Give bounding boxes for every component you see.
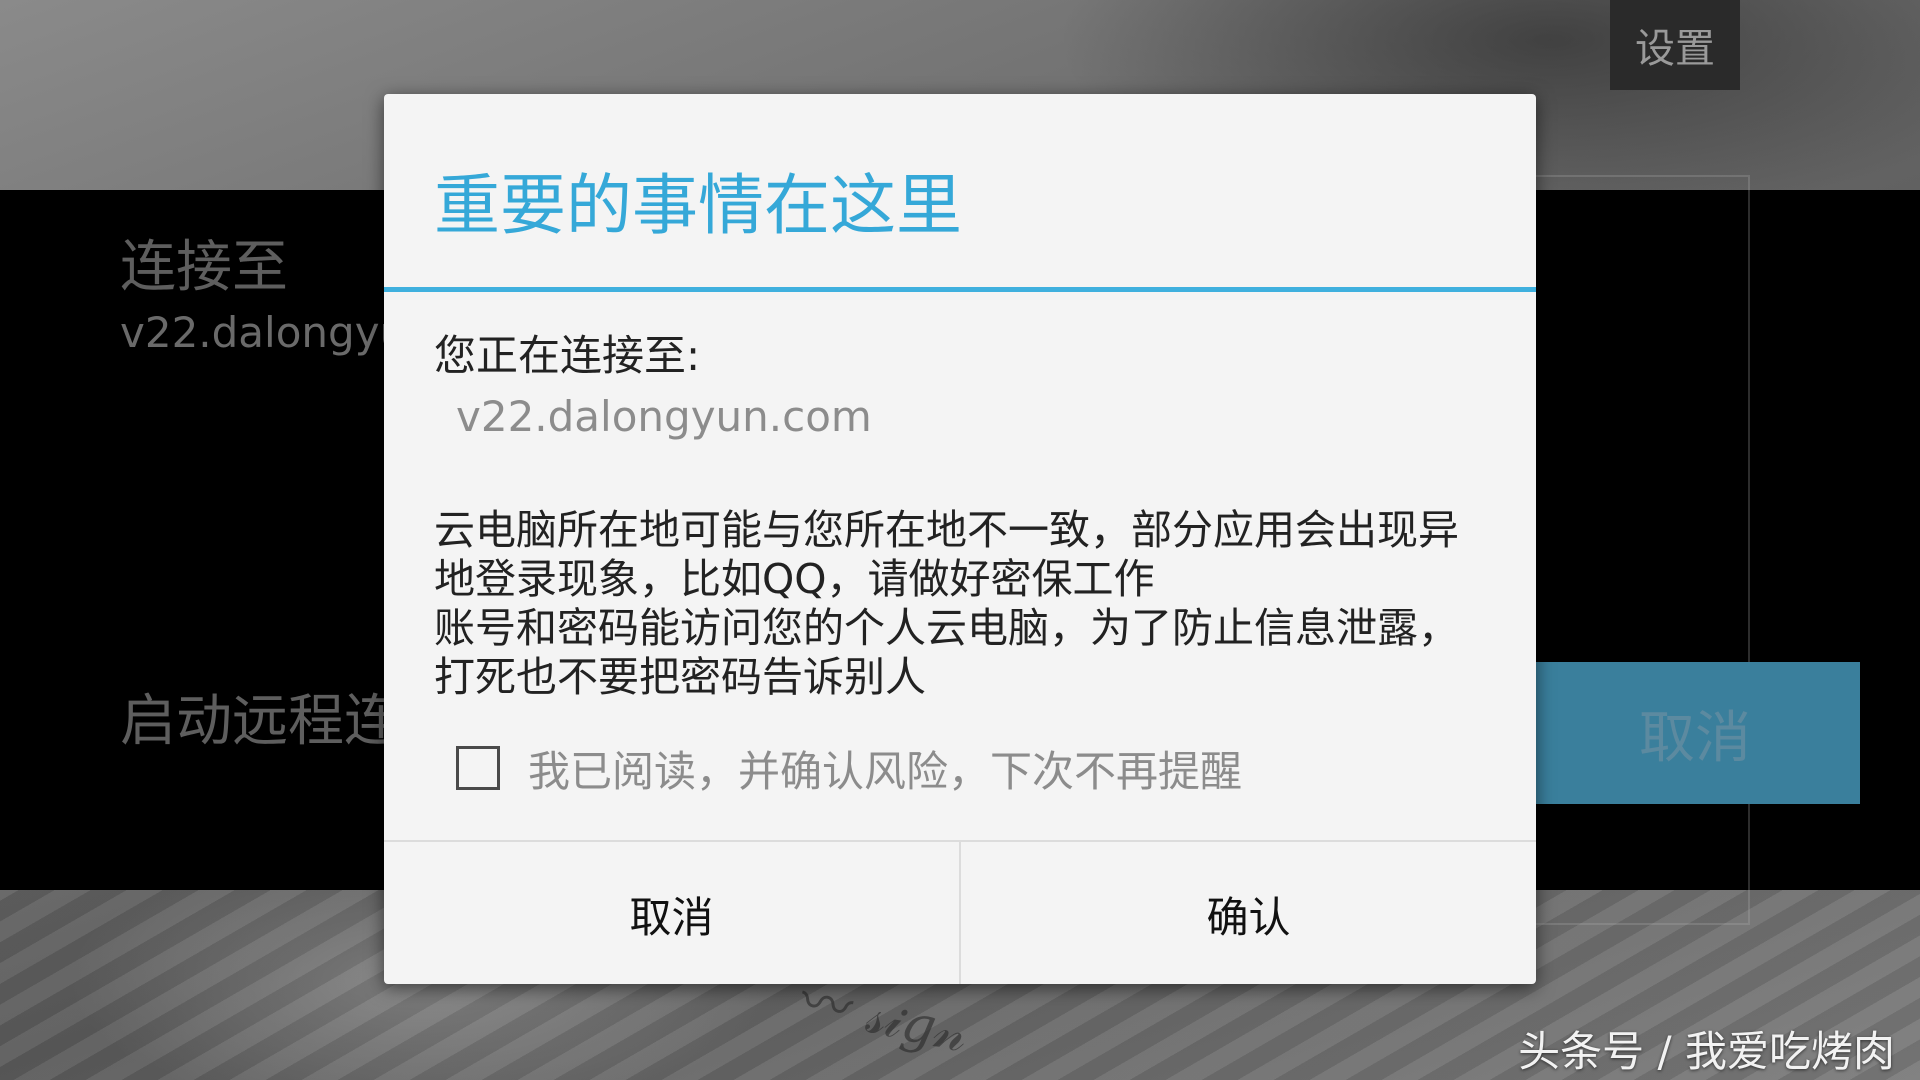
dont-remind-row[interactable]: 我已阅读，并确认风险，下次不再提醒 bbox=[456, 742, 1242, 796]
connect-to-label: 连接至 bbox=[120, 235, 288, 300]
confirm-button[interactable]: 确认 bbox=[961, 842, 1536, 984]
panel-frame bbox=[1530, 175, 1750, 925]
watermark-text: 头条号 / 我爱吃烤肉 bbox=[1518, 1027, 1895, 1076]
message-line: 账号和密码能访问您的个人云电脑，为了防止信息泄露， bbox=[434, 604, 1459, 652]
background-cancel-button[interactable]: 取消 bbox=[1530, 662, 1860, 804]
dialog-title: 重要的事情在这里 bbox=[434, 167, 962, 244]
connecting-label: 您正在连接至: bbox=[434, 331, 701, 380]
settings-button[interactable]: 设置 bbox=[1610, 0, 1740, 90]
title-divider bbox=[384, 287, 1536, 292]
dont-remind-label[interactable]: 我已阅读，并确认风险，下次不再提醒 bbox=[528, 738, 1242, 799]
warning-message: 云电脑所在地可能与您所在地不一致，部分应用会出现异 地登录现象，比如QQ，请做好… bbox=[434, 506, 1494, 702]
dialog-button-bar: 取消 确认 bbox=[384, 840, 1536, 984]
message-line: 云电脑所在地可能与您所在地不一致，部分应用会出现异 bbox=[434, 506, 1459, 554]
message-line: 打死也不要把密码告诉别人 bbox=[434, 653, 926, 701]
host-address: v22.dalongyun.com bbox=[456, 392, 872, 441]
start-remote-label: 启动远程连 bbox=[120, 689, 400, 754]
dont-remind-checkbox[interactable] bbox=[456, 746, 500, 790]
warning-dialog: 重要的事情在这里 您正在连接至: v22.dalongyun.com 云电脑所在… bbox=[384, 94, 1536, 984]
cancel-button[interactable]: 取消 bbox=[384, 842, 961, 984]
message-line: 地登录现象，比如QQ，请做好密保工作 bbox=[434, 555, 1155, 603]
